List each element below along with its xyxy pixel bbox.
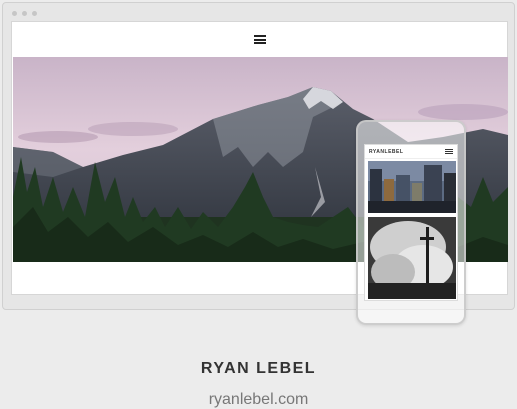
window-dots-icon [12,11,37,16]
mobile-site-logo[interactable]: RYANLEBEL [369,149,403,155]
mobile-phone-mockup: RYANLEBEL [356,120,466,325]
site-url-link[interactable]: ryanlebel.com [0,391,517,409]
mobile-hamburger-menu-icon[interactable] [445,149,453,154]
city-steam-image [368,217,456,299]
hamburger-menu-icon[interactable] [253,35,266,44]
site-title: RYAN LEBEL [200,360,317,377]
mobile-header: RYANLEBEL [365,145,457,159]
city-skyline-image [368,161,456,213]
mobile-screen: RYANLEBEL [364,144,458,301]
site-nav-bar [12,22,507,57]
